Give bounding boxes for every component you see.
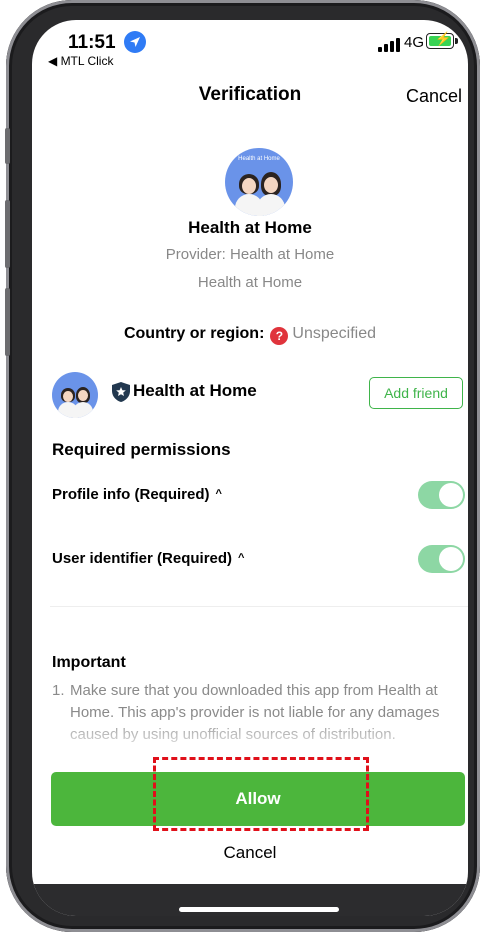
logo-text: Health at Home xyxy=(238,156,280,162)
permission-label: User identifier (Required) xyxy=(52,550,233,567)
permissions-title: Required permissions xyxy=(52,440,231,459)
official-account-name: Health at Home xyxy=(133,381,257,400)
signal-bars-icon xyxy=(378,38,400,52)
page-title: Verification xyxy=(198,84,302,105)
header-cancel-button[interactable]: Cancel xyxy=(406,86,462,107)
battery-icon: ⚡ xyxy=(426,31,454,49)
notice-number: 1. xyxy=(52,682,65,699)
important-title: Important xyxy=(52,654,126,671)
battery-tip xyxy=(455,38,458,44)
app-subtitle: Health at Home xyxy=(197,274,303,291)
add-friend-button[interactable]: Add friend xyxy=(369,377,463,409)
permission-user-identifier[interactable]: User identifier (Required) ^ xyxy=(52,550,244,567)
profile-info-toggle[interactable] xyxy=(418,481,465,509)
volume-up-button xyxy=(5,200,10,268)
permission-profile-info[interactable]: Profile info (Required) ^ xyxy=(52,486,222,503)
home-indicator[interactable] xyxy=(179,907,339,912)
user-identifier-toggle[interactable] xyxy=(418,545,465,573)
location-arrow-icon xyxy=(124,31,146,53)
status-time: 11:51 xyxy=(68,32,116,53)
divider xyxy=(50,606,468,607)
country-value: Unspecified xyxy=(292,325,377,342)
highlight-box xyxy=(153,757,369,831)
cancel-button[interactable]: Cancel xyxy=(32,843,468,863)
official-account-avatar xyxy=(52,372,98,418)
chevron-up-icon[interactable]: ^ xyxy=(238,552,244,564)
app-logo: Health at Home xyxy=(225,148,293,216)
provider-text: Provider: Health at Home xyxy=(165,246,335,263)
mute-switch xyxy=(5,128,10,164)
back-to-app-link[interactable]: ◀ MTL Click xyxy=(48,54,113,68)
screen: 11:51 ◀ MTL Click 4G ⚡ Verification Canc… xyxy=(32,20,468,916)
chevron-up-icon[interactable]: ^ xyxy=(216,488,222,500)
app-name: Health at Home xyxy=(188,218,312,237)
question-icon[interactable]: ? xyxy=(270,327,289,345)
permission-label: Profile info (Required) xyxy=(52,486,210,503)
phone-frame: 11:51 ◀ MTL Click 4G ⚡ Verification Canc… xyxy=(5,0,480,932)
shield-icon xyxy=(112,382,130,402)
network-type: 4G xyxy=(404,34,425,51)
country-region: Country or region:? Unspecified xyxy=(32,325,468,345)
volume-down-button xyxy=(5,288,10,356)
country-label: Country or region: xyxy=(123,325,265,342)
